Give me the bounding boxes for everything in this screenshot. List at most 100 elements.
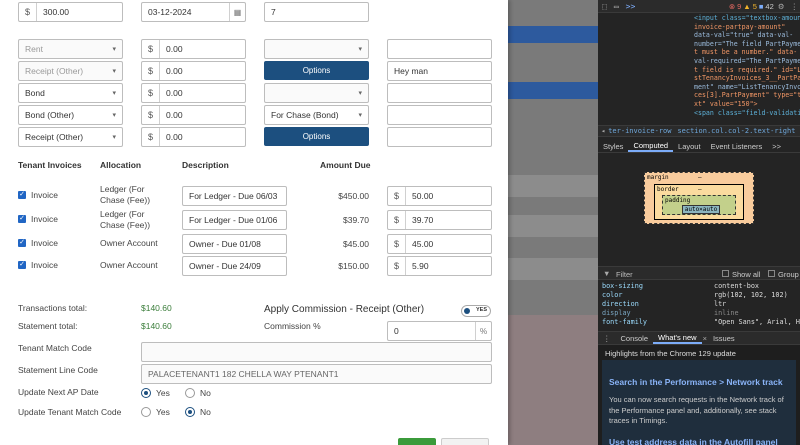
chevron-down-icon: ▾ [358, 46, 362, 53]
calendar-icon[interactable]: ▦ [229, 3, 245, 21]
currency-symbol: $ [388, 257, 406, 275]
box-model-content: auto×auto [682, 205, 720, 214]
note-field[interactable] [387, 127, 492, 147]
breadcrumb-item[interactable]: section.col.col-2.text-right [677, 127, 800, 135]
group-checkbox[interactable] [768, 270, 775, 277]
breadcrumb-item[interactable]: ter-invoice-row [608, 127, 677, 135]
toggle-label: YES [475, 307, 487, 313]
statement-line-code-field[interactable]: PALACETENANT1 182 CHELLA WAY PTENANT1 [141, 364, 492, 384]
more-tabs[interactable]: >> [622, 2, 640, 11]
chase-select[interactable]: ▾ [264, 39, 369, 59]
prop-value: ltr [714, 300, 727, 308]
currency-symbol: $ [142, 84, 160, 102]
prop-row[interactable]: box-sizing content-box [598, 282, 800, 291]
news-title-1[interactable]: Search in the Performance > Network trac… [609, 377, 793, 387]
commission-toggle[interactable]: YES [461, 305, 491, 317]
tab-console[interactable]: Console [616, 334, 654, 343]
payment-amount-field[interactable]: $ 300.00 [18, 2, 123, 22]
device-toggle-icon[interactable]: ▭ [611, 2, 622, 11]
invoice-checkbox[interactable]: ✓ [18, 191, 26, 199]
update-match-no-radio[interactable] [185, 407, 195, 417]
note-field[interactable] [387, 105, 492, 125]
allocation-type-value: Receipt (Other) [25, 66, 84, 76]
backdrop-row [505, 215, 598, 237]
invoice-description-field[interactable]: Owner - Due 24/09 [182, 256, 287, 276]
statement-line-code-value: PALACETENANT1 182 CHELLA WAY PTENANT1 [148, 369, 339, 379]
note-field[interactable] [387, 39, 492, 59]
margin-label: margin [647, 174, 669, 181]
invoice-description-value: For Ledger - Due 06/03 [189, 191, 278, 201]
invoice-description-field[interactable]: For Ledger - Due 06/03 [182, 186, 287, 206]
tab-event-listeners[interactable]: Event Listeners [706, 142, 768, 151]
allocation-amount-field[interactable]: $ 0.00 [141, 127, 246, 147]
chase-select[interactable]: For Chase (Bond) ▾ [264, 105, 369, 125]
invoice-amount-due: $45.00 [343, 239, 369, 249]
allocation-type-select[interactable]: Receipt (Other) ▾ [18, 127, 123, 147]
allocation-amount-field[interactable]: $ 0.00 [141, 61, 246, 81]
statement-total-value: $140.60 [141, 321, 172, 331]
tab-more[interactable]: >> [767, 142, 786, 151]
news-title-2[interactable]: Use test address data in the Autofill pa… [609, 437, 793, 445]
invoice-checkbox[interactable]: ✓ [18, 261, 26, 269]
show-all-checkbox[interactable] [722, 270, 729, 277]
statement-line-code-label: Statement Line Code [18, 365, 98, 375]
chevron-down-icon: ▾ [112, 46, 116, 53]
tab-computed[interactable]: Computed [628, 141, 674, 152]
update-match-yes-radio[interactable] [141, 407, 151, 417]
allocation-type-select[interactable]: Bond ▾ [18, 83, 123, 103]
commission-percent-value: 0 [394, 326, 399, 336]
invoice-payment-field[interactable]: $ 45.00 [387, 234, 492, 254]
inspect-icon[interactable]: ⬚ [598, 2, 611, 11]
reference-field[interactable]: 7 [264, 2, 369, 22]
currency-symbol: $ [19, 3, 37, 21]
invoice-payment-field[interactable]: $ 39.70 [387, 210, 492, 230]
options-button[interactable]: Options [264, 127, 369, 146]
chase-select[interactable]: ▾ [264, 83, 369, 103]
allocation-amount-field[interactable]: $ 0.00 [141, 105, 246, 125]
update-match-yes-label: Yes [156, 407, 170, 417]
invoice-description-field[interactable]: For Ledger - Due 01/06 [182, 210, 287, 230]
tab-styles[interactable]: Styles [598, 142, 628, 151]
update-ap-yes-radio[interactable] [141, 388, 151, 398]
update-match-no-label: No [200, 407, 211, 417]
update-ap-no-radio[interactable] [185, 388, 195, 398]
toggle-knob [464, 308, 470, 314]
drawer-menu-icon[interactable]: ⋮ [598, 334, 616, 343]
whats-new-panel: Highlights from the Chrome 129 update Se… [598, 345, 800, 445]
more-menu-icon[interactable]: ⋮ [789, 2, 800, 11]
elements-code: <input class="textbox-amount invoice-par… [598, 14, 800, 117]
commission-percent-field[interactable]: 0 % [387, 321, 492, 341]
tab-issues[interactable]: Issues [708, 334, 740, 343]
prop-row[interactable]: direction ltr [598, 300, 800, 309]
gear-icon[interactable]: ⚙ [776, 2, 787, 11]
tenant-match-code-field[interactable] [141, 342, 492, 362]
invoice-payment-field[interactable]: $ 5.90 [387, 256, 492, 276]
invoice-payment-field[interactable]: $ 50.00 [387, 186, 492, 206]
tab-layout[interactable]: Layout [673, 142, 706, 151]
options-button[interactable]: Options [264, 61, 369, 80]
note-field[interactable]: Hey man [387, 61, 492, 81]
invoice-checkbox[interactable]: ✓ [18, 215, 26, 223]
allocation-type-value: Bond [25, 88, 45, 98]
issues-icon: ■ [758, 1, 764, 11]
allocation-type-select[interactable]: Bond (Other) ▾ [18, 105, 123, 125]
invoice-description-field[interactable]: Owner - Due 01/08 [182, 234, 287, 254]
allocation-type-select[interactable]: Receipt (Other) ▾ [18, 61, 123, 81]
save-button[interactable] [398, 438, 436, 445]
allocation-type-select[interactable]: Rent ▾ [18, 39, 123, 59]
payment-date-field[interactable]: 03-12-2024 ▦ [141, 2, 246, 22]
tab-whats-new[interactable]: What's new [653, 333, 702, 344]
breadcrumb-left-arrow[interactable]: ◂ [598, 127, 608, 135]
prop-row[interactable]: font-family "Open Sans", Arial, H [598, 318, 800, 327]
allocation-amount-field[interactable]: $ 0.00 [141, 83, 246, 103]
backdrop-row [505, 258, 598, 280]
filter-input[interactable]: Filter [616, 270, 633, 279]
cancel-button[interactable] [441, 438, 489, 445]
computed-props: box-sizing content-box color rgb(102, 102,… [598, 282, 800, 327]
invoice-checkbox[interactable]: ✓ [18, 239, 26, 247]
invoice-label: Invoice [31, 260, 58, 270]
note-field[interactable] [387, 83, 492, 103]
prop-row[interactable]: color rgb(102, 102, 102) [598, 291, 800, 300]
allocation-amount-field[interactable]: $ 0.00 [141, 39, 246, 59]
prop-row[interactable]: display inline [598, 309, 800, 318]
